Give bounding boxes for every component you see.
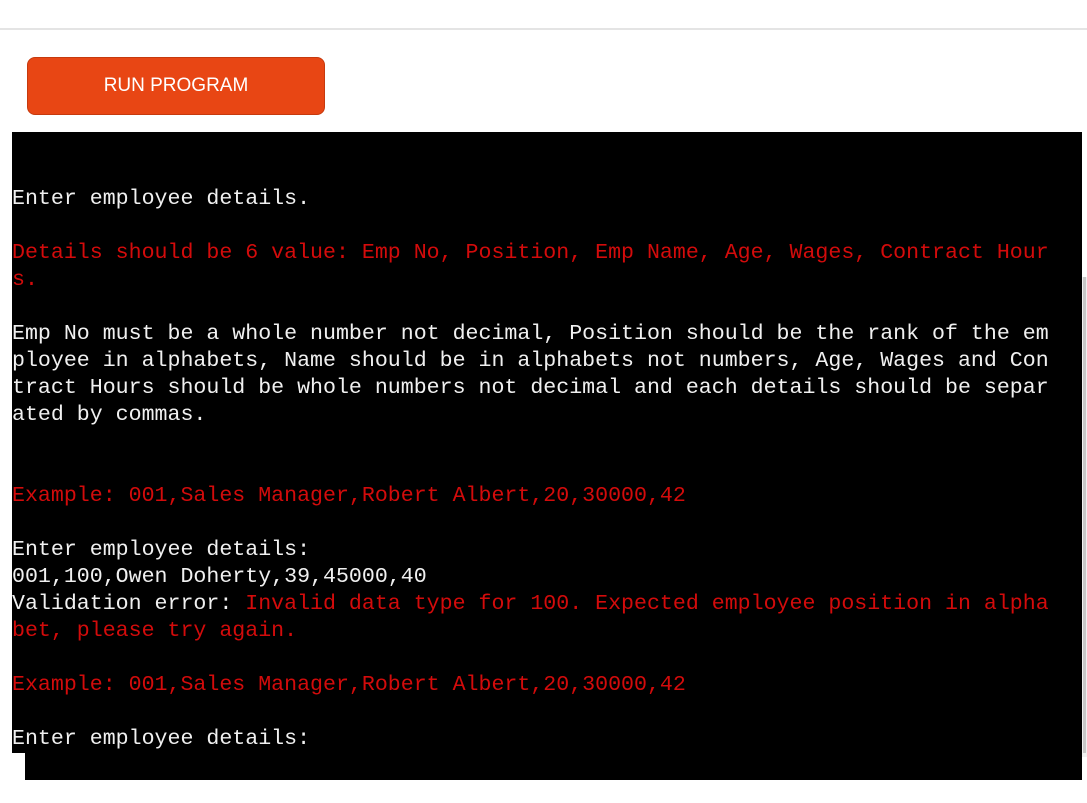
terminal-error-text: Invalid data type for 100. Expected empl… <box>245 592 1049 616</box>
terminal-output[interactable]: Enter employee details. Details should b… <box>12 132 1082 780</box>
terminal-text: Enter employee details: <box>12 727 311 751</box>
terminal-line: Details should be 6 value: Emp No, Posit… <box>12 240 1057 267</box>
terminal-error-text: s. <box>12 268 38 292</box>
terminal-line: 001,100,Owen Doherty,39,45000,40 <box>12 564 1057 591</box>
terminal-line: bet, please try again. <box>12 618 1057 645</box>
terminal-text: Emp No must be a whole number not decima… <box>12 322 1049 346</box>
terminal-line: tract Hours should be whole numbers not … <box>12 375 1057 402</box>
terminal-text: ated by commas. <box>12 403 207 427</box>
terminal-text: Enter employee details: <box>12 538 311 562</box>
terminal-line: s. <box>12 267 1057 294</box>
terminal-error-text: bet, please try again. <box>12 619 298 643</box>
terminal-line: ated by commas. <box>12 402 1057 429</box>
terminal-line: Enter employee details: <box>12 726 1057 753</box>
terminal-corner-gap <box>12 753 25 780</box>
terminal-error-text: Details should be 6 value: Emp No, Posit… <box>12 241 1049 265</box>
run-program-button[interactable]: RUN PROGRAM <box>27 57 325 115</box>
terminal-text: ployee in alphabets, Name should be in a… <box>12 349 1049 373</box>
terminal-scrollbar-thumb[interactable] <box>1083 277 1086 753</box>
terminal-error-text: Example: 001,Sales Manager,Robert Albert… <box>12 673 686 697</box>
terminal-line: Example: 001,Sales Manager,Robert Albert… <box>12 672 1057 699</box>
terminal-text: tract Hours should be whole numbers not … <box>12 376 1049 400</box>
terminal-text: 001,100,Owen Doherty,39,45000,40 <box>12 565 427 589</box>
terminal-error-text: Example: 001,Sales Manager,Robert Albert… <box>12 484 686 508</box>
terminal-line: Enter employee details. <box>12 186 1057 213</box>
terminal-line: Example: 001,Sales Manager,Robert Albert… <box>12 483 1057 510</box>
terminal-line: Validation error: Invalid data type for … <box>12 591 1057 618</box>
terminal-line: ployee in alphabets, Name should be in a… <box>12 348 1057 375</box>
terminal-line: Emp No must be a whole number not decima… <box>12 321 1057 348</box>
top-divider <box>0 28 1087 30</box>
terminal-line: Enter employee details: <box>12 537 1057 564</box>
terminal-text: Validation error: <box>12 592 246 616</box>
terminal-text: Enter employee details. <box>12 187 311 211</box>
